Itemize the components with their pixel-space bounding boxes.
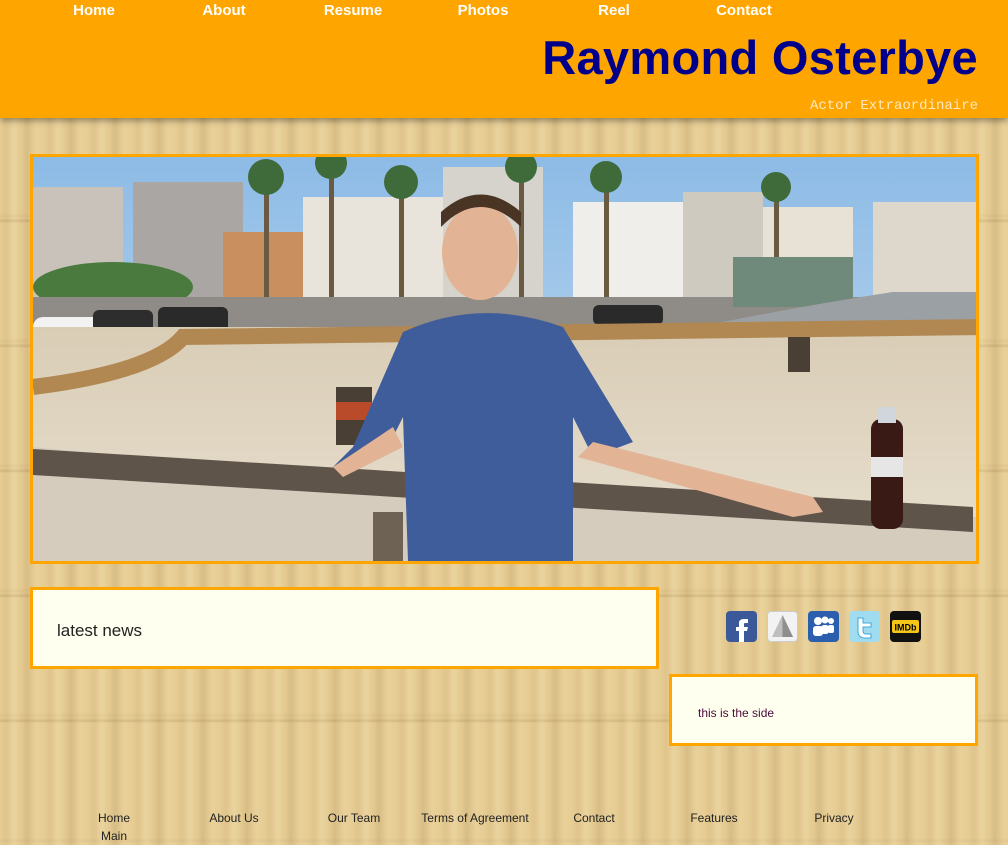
main-nav: Home About Resume Photos Reel Contact — [0, 0, 820, 24]
site-title: Raymond Osterbye — [542, 31, 978, 84]
site-footer: Home Main About Us Our Team Terms of Agr… — [0, 806, 1008, 843]
nav-resume[interactable]: Resume — [324, 2, 382, 19]
footer-contact[interactable]: Contact — [573, 809, 614, 827]
nav-about[interactable]: About — [202, 2, 245, 19]
footer-home[interactable]: Home Main — [98, 809, 130, 845]
footer-home-label: Home — [97, 811, 131, 825]
pyramid-icon[interactable] — [767, 611, 798, 642]
footer-home-sub: Main — [100, 829, 128, 843]
imdb-label: IMDb — [895, 623, 917, 633]
beach-photo-illustration — [33, 157, 976, 561]
hero-photo — [30, 154, 979, 564]
footer-about-us[interactable]: About Us — [209, 809, 258, 827]
footer-our-team[interactable]: Our Team — [328, 809, 380, 827]
site-header: Home About Resume Photos Reel Contact Ra… — [0, 0, 1008, 118]
myspace-icon[interactable] — [808, 611, 839, 642]
nav-photos[interactable]: Photos — [458, 2, 509, 19]
news-heading: latest news — [57, 621, 143, 640]
site-tagline: Actor Extraordinaire — [809, 98, 978, 114]
facebook-icon[interactable] — [726, 611, 757, 642]
footer-privacy[interactable]: Privacy — [814, 809, 853, 827]
imdb-icon[interactable]: IMDb — [890, 611, 921, 642]
nav-home[interactable]: Home — [73, 2, 115, 19]
footer-features[interactable]: Features — [690, 809, 737, 827]
footer-terms[interactable]: Terms of Agreement — [421, 809, 528, 827]
sidebar-box: this is the side — [669, 674, 978, 746]
sidebar-text: this is the side — [698, 706, 775, 720]
latest-news-box: latest news — [30, 587, 659, 669]
nav-reel[interactable]: Reel — [598, 2, 630, 19]
nav-contact[interactable]: Contact — [716, 2, 772, 19]
twitter-icon[interactable] — [849, 611, 880, 642]
